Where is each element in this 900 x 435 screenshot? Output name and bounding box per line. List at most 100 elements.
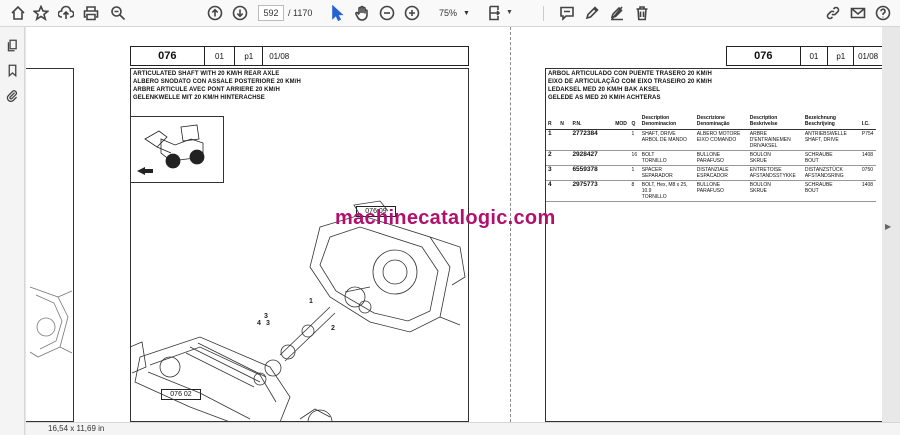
callout-2: 2 — [331, 325, 335, 332]
page-fit-icon[interactable] — [484, 3, 506, 23]
part-number: 2975773 — [570, 180, 614, 202]
desc-de-nl: SCHRAUBE BOUT — [802, 150, 860, 166]
desc-fr-dk: ENTRETOISE AFSTANDSSTYKKE — [747, 165, 803, 181]
toolbar: / 1170 75% ▼ ▼ — [0, 0, 900, 27]
mail-icon[interactable] — [847, 3, 869, 23]
row-mod — [613, 165, 630, 181]
row-ic: 1408 — [859, 150, 876, 166]
pages-icon[interactable] — [4, 37, 21, 54]
desc-line: BOUT — [804, 158, 819, 164]
arrow-icon — [137, 167, 153, 175]
bookmark-icon[interactable] — [4, 62, 21, 79]
callout-4: 4 — [257, 320, 261, 327]
edition-date: 01/08 — [858, 51, 879, 61]
desc-en-es: SPACER SEPARADOR — [639, 165, 695, 181]
row-qty: 1 — [629, 165, 640, 181]
desc-line: SEPARADOR — [641, 173, 673, 179]
page-total: / 1170 — [288, 8, 313, 18]
desc-line: PARAFUSO — [696, 158, 724, 164]
chevron-down-icon[interactable]: ▼ — [506, 9, 513, 16]
group-number: 076 — [131, 47, 205, 65]
row-ref: 1 — [546, 129, 559, 151]
desc-line: TORNILLO — [641, 194, 667, 200]
title-line: GELEDE AS MED 20 KM/H ACHTERAS — [548, 95, 661, 101]
exploded-axle-diagram — [130, 200, 466, 422]
desc-de-nl: DISTANZSTÜCK AFSTANDSRING — [802, 165, 860, 181]
column-header: Bezeichnung Beschrijving — [802, 115, 860, 130]
zoom-in-icon[interactable] — [401, 3, 423, 23]
prev-page-icon[interactable] — [204, 3, 226, 23]
desc-line: PARAFUSO — [696, 188, 724, 194]
row-ic: P754 — [859, 129, 876, 151]
desc-line: BOUT — [804, 188, 819, 194]
column-header: I.C. — [859, 115, 876, 130]
row-ic: 0750 — [859, 165, 876, 181]
hand-icon[interactable] — [351, 3, 373, 23]
desc-fr-dk: BOULON SKRUE — [747, 180, 803, 202]
next-page-icon[interactable] — [229, 3, 251, 23]
left-page-titles: ARTICULATED SHAFT WITH 20 KM/H REAR AXLE… — [133, 70, 301, 102]
help-icon[interactable] — [872, 3, 894, 23]
row-qty: 1 — [629, 129, 640, 151]
desc-line: AFSTANDSRING — [804, 173, 844, 179]
title-line: EIXO DE ARTICULAÇÃO COM EIXO TRASEIRO 20… — [548, 79, 712, 85]
callout-3-second: 3 — [266, 320, 270, 327]
desc-line: BOLT, Hex, M8 x 25, 10.9 — [641, 182, 688, 194]
star-icon[interactable] — [30, 3, 52, 23]
desc-fr-dk: ARBRE D'ENTRAINEMEN DRIVAKSEL — [747, 129, 803, 151]
column-header: P.N. — [570, 115, 614, 130]
title-line: ARTICULATED SHAFT WITH 20 KM/H REAR AXLE — [133, 71, 280, 77]
desc-it-pt: BULLONE PARAFUSO — [694, 180, 748, 202]
attachment-icon[interactable] — [4, 87, 21, 104]
title-line: ARBRE ARTICULE AVEC PONT ARRIERE 20 KM/H — [133, 87, 280, 93]
sub-number: 01 — [205, 47, 236, 65]
title-line: ALBERO SNODATO CON ASSALE POSTERIORE 20 … — [133, 79, 301, 85]
desc-line: AFSTANDSSTYKKE — [749, 173, 796, 179]
pen-icon[interactable] — [581, 3, 603, 23]
column-header: Descrizione Denominação — [694, 115, 748, 130]
scroll-right-icon[interactable]: ▶ — [885, 222, 891, 231]
row-ref: 2 — [546, 150, 559, 166]
zoom-dropdown[interactable]: 75% ▼ — [427, 5, 475, 21]
callout-3: 3 — [264, 313, 268, 320]
stamp-icon[interactable] — [606, 3, 628, 23]
desc-de-nl: ANTRIEBSWELLE SHAFT, DRIVE — [802, 129, 860, 151]
row-ref: 4 — [546, 180, 559, 202]
zoom-search-icon[interactable] — [107, 3, 129, 23]
desc-line: SHAFT, DRIVE — [804, 137, 839, 143]
upload-icon[interactable] — [55, 3, 77, 23]
row-note — [558, 165, 571, 181]
comment-icon[interactable] — [556, 3, 578, 23]
trash-icon[interactable] — [631, 3, 653, 23]
title-line: LEDAKSEL MED 20 KM/H BAK AKSEL — [548, 87, 661, 93]
callout-1: 1 — [309, 298, 313, 305]
cursor-icon[interactable] — [326, 3, 348, 23]
edition-date: 01/08 — [269, 51, 290, 61]
print-icon[interactable] — [80, 3, 102, 23]
desc-line: ARBRE D'ENTRAINEMEN — [749, 131, 791, 143]
zoom-value: 75% — [439, 8, 458, 18]
zoom-out-icon[interactable] — [376, 3, 398, 23]
toolbar-separator — [543, 6, 544, 21]
chevron-down-icon: ▼ — [463, 9, 470, 17]
row-mod — [613, 180, 630, 202]
page-number-input[interactable] — [258, 5, 284, 21]
desc-line: ESPACADOR — [696, 173, 728, 179]
column-header: Q — [629, 115, 640, 130]
right-page-header: 076 01 p1 01/08 — [726, 46, 882, 66]
previous-page-drawing — [29, 286, 73, 358]
group-number: 076 — [727, 47, 801, 65]
title-line: GELENKWELLE MIT 20 KM/H HINTERACHSE — [133, 95, 265, 101]
desc-line: DRIVAKSEL — [749, 143, 778, 149]
column-header: Description Denominacion — [639, 115, 695, 130]
desc-line: EIXO COMANDO — [696, 137, 737, 143]
home-icon[interactable] — [7, 3, 29, 23]
desc-line: TORNILLO — [641, 158, 667, 164]
link-icon[interactable] — [822, 3, 844, 23]
table-row: 3 6559378 1 SPACER SEPARADOR DISTANZIALE E… — [546, 165, 876, 181]
left-page-header: 076 01 p1 01/08 — [130, 46, 469, 66]
row-qty: 8 — [629, 180, 640, 202]
page-code: p1 — [235, 47, 264, 65]
table-row: 2 2928427 16 BOLT TORNILLO BULLONE PARAFUS… — [546, 150, 876, 166]
desc-en-es: BOLT TORNILLO — [639, 150, 695, 166]
